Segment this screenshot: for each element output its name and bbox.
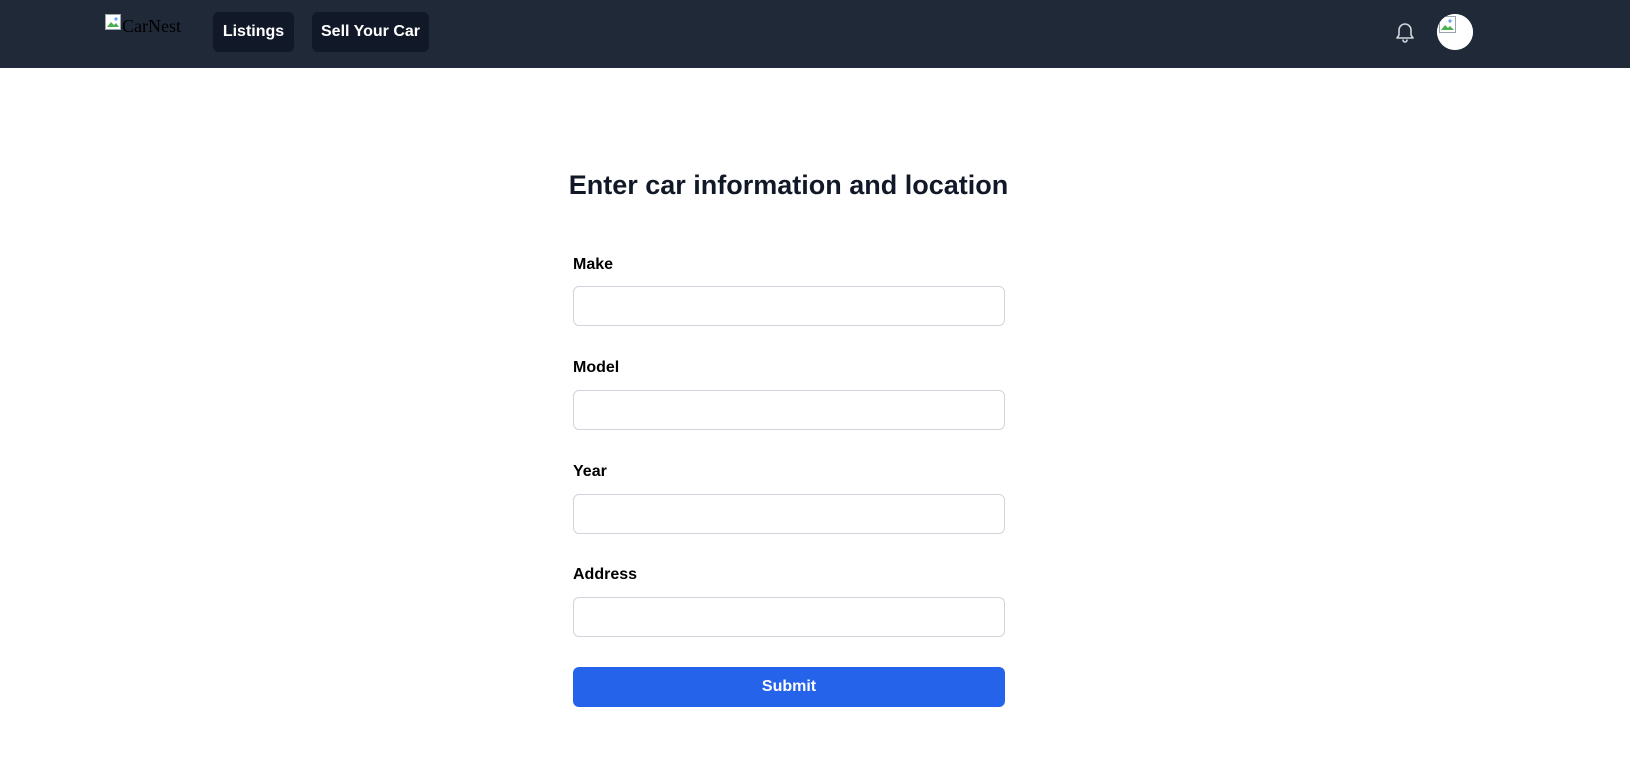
make-label: Make bbox=[573, 256, 614, 273]
form-title: Enter car information and location bbox=[568, 170, 1009, 200]
address-input[interactable] bbox=[573, 597, 1005, 637]
user-avatar[interactable] bbox=[1437, 14, 1473, 50]
year-label: Year bbox=[573, 463, 607, 480]
nav-sell-your-car-button[interactable]: Sell Your Car bbox=[312, 12, 429, 52]
address-label: Address bbox=[573, 566, 638, 583]
broken-image-icon bbox=[105, 14, 121, 30]
bell-icon[interactable] bbox=[1393, 19, 1417, 45]
logo-alt-text: CarNest bbox=[122, 16, 181, 36]
model-input[interactable] bbox=[573, 390, 1005, 430]
top-navbar: CarNest Listings Sell Your Car bbox=[0, 0, 1630, 68]
year-input[interactable] bbox=[573, 494, 1005, 534]
make-input[interactable] bbox=[573, 286, 1005, 326]
broken-image-icon bbox=[1437, 14, 1473, 50]
nav-listings-button[interactable]: Listings bbox=[213, 12, 294, 52]
site-logo[interactable]: CarNest bbox=[105, 14, 181, 40]
submit-button[interactable]: Submit bbox=[573, 667, 1005, 707]
model-label: Model bbox=[573, 359, 620, 376]
